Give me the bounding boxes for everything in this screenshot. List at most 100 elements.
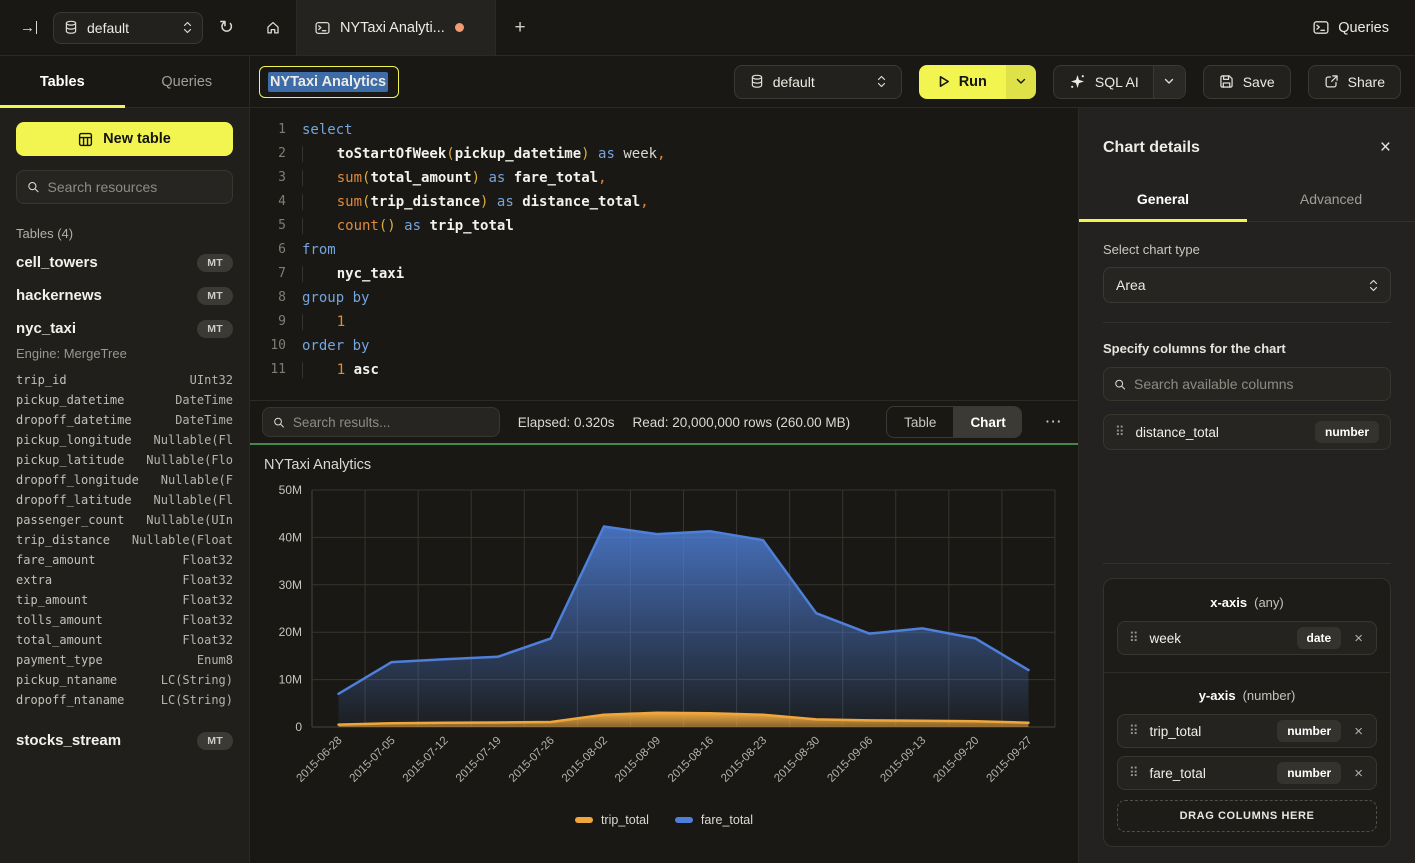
queries-button[interactable]: Queries	[1313, 20, 1389, 36]
home-button[interactable]	[250, 0, 296, 55]
legend-label: trip_total	[601, 813, 649, 827]
column-name: trip_id	[16, 373, 67, 387]
query-title-input[interactable]: NYTaxi Analytics	[259, 66, 399, 98]
chart-details-panel: Chart details × General Advanced Select …	[1078, 108, 1415, 863]
tab-advanced-label: Advanced	[1300, 191, 1362, 207]
column-search-input[interactable]	[1134, 376, 1380, 392]
column-name: trip_distance	[16, 533, 110, 547]
drag-handle-icon[interactable]: ⠿	[1129, 630, 1139, 646]
y-tick-label: 20M	[279, 625, 302, 639]
column-chip-distance_total[interactable]: ⠿distance_totalnumber	[1103, 414, 1391, 450]
tab-general-label: General	[1137, 191, 1189, 207]
resource-search[interactable]	[16, 170, 233, 204]
table-row-cell_towers[interactable]: cell_towersMT	[16, 246, 233, 279]
column-row-dropoff_latitude[interactable]: dropoff_latitudeNullable(Fl	[16, 490, 233, 510]
new-table-button[interactable]: New table	[16, 122, 233, 156]
tab-nytaxi-analytics[interactable]: NYTaxi Analyti...	[296, 0, 496, 55]
column-row-trip_id[interactable]: trip_idUInt32	[16, 370, 233, 390]
code-line[interactable]: 5 count() as trip_total	[250, 214, 1078, 238]
column-row-total_amount[interactable]: total_amountFloat32	[16, 630, 233, 650]
resource-search-input[interactable]	[48, 179, 222, 195]
column-row-pickup_latitude[interactable]: pickup_latitudeNullable(Flo	[16, 450, 233, 470]
column-name: dropoff_longitude	[16, 473, 139, 487]
drag-handle-icon[interactable]: ⠿	[1129, 723, 1139, 739]
column-chip-fare_total[interactable]: ⠿fare_totalnumber×	[1117, 756, 1377, 790]
drag-handle-icon[interactable]: ⠿	[1115, 424, 1125, 440]
more-options-icon[interactable]: ⋯	[1040, 417, 1066, 427]
column-type: Enum8	[197, 653, 233, 667]
column-row-dropoff_datetime[interactable]: dropoff_datetimeDateTime	[16, 410, 233, 430]
view-toggle-chart[interactable]: Chart	[953, 407, 1022, 437]
remove-column-icon[interactable]: ×	[1352, 765, 1365, 782]
table-row-nyc_taxi[interactable]: nyc_taxiMT	[16, 312, 233, 345]
run-database-selector[interactable]: default	[734, 65, 902, 99]
legend-item-trip_total[interactable]: trip_total	[575, 813, 649, 827]
results-search[interactable]	[262, 407, 500, 437]
x-tick-label: 2015-06-28	[295, 735, 345, 785]
column-search[interactable]	[1103, 367, 1391, 401]
code-line[interactable]: 11 1 asc	[250, 358, 1078, 382]
toolbar-row: Tables Queries NYTaxi Analytics default …	[0, 56, 1415, 108]
close-panel-icon[interactable]: ×	[1380, 138, 1391, 157]
remove-column-icon[interactable]: ×	[1352, 630, 1365, 647]
remove-column-icon[interactable]: ×	[1352, 723, 1365, 740]
column-row-pickup_datetime[interactable]: pickup_datetimeDateTime	[16, 390, 233, 410]
share-button[interactable]: Share	[1308, 65, 1401, 99]
tab-advanced[interactable]: Advanced	[1247, 177, 1415, 221]
sidebar-tab-tables[interactable]: Tables	[0, 56, 125, 107]
new-tab-button[interactable]: +	[496, 0, 544, 55]
column-row-passenger_count[interactable]: passenger_countNullable(UIn	[16, 510, 233, 530]
column-row-extra[interactable]: extraFloat32	[16, 570, 233, 590]
chart-type-select[interactable]: Area	[1103, 267, 1391, 303]
column-row-trip_distance[interactable]: trip_distanceNullable(Float	[16, 530, 233, 550]
table-row-hackernews[interactable]: hackernewsMT	[16, 279, 233, 312]
column-row-pickup_longitude[interactable]: pickup_longitudeNullable(Fl	[16, 430, 233, 450]
column-row-fare_amount[interactable]: fare_amountFloat32	[16, 550, 233, 570]
results-search-input[interactable]	[293, 415, 489, 430]
view-toggle-table[interactable]: Table	[887, 407, 953, 437]
column-chip-trip_total[interactable]: ⠿trip_totalnumber×	[1117, 714, 1377, 748]
code-line[interactable]: 1select	[250, 118, 1078, 142]
column-row-payment_type[interactable]: payment_typeEnum8	[16, 650, 233, 670]
chevron-updown-icon	[183, 21, 192, 34]
available-columns: ⠿distance_totalnumber	[1103, 414, 1391, 450]
x-tick-label: 2015-09-27	[985, 735, 1035, 785]
query-toolbar: NYTaxi Analytics default Run	[250, 56, 1415, 107]
code-line[interactable]: 4 sum(trip_distance) as distance_total,	[250, 190, 1078, 214]
column-name: tip_amount	[16, 593, 88, 607]
column-row-tolls_amount[interactable]: tolls_amountFloat32	[16, 610, 233, 630]
code-line[interactable]: 10order by	[250, 334, 1078, 358]
code-line[interactable]: 6from	[250, 238, 1078, 262]
column-chip-week[interactable]: ⠿weekdate×	[1117, 621, 1377, 655]
column-row-dropoff_ntaname[interactable]: dropoff_ntanameLC(String)	[16, 690, 233, 710]
code-line[interactable]: 2 toStartOfWeek(pickup_datetime) as week…	[250, 142, 1078, 166]
database-selector[interactable]: default	[53, 12, 203, 44]
legend-item-fare_total[interactable]: fare_total	[675, 813, 753, 827]
column-row-pickup_ntaname[interactable]: pickup_ntanameLC(String)	[16, 670, 233, 690]
legend-swatch	[575, 817, 593, 823]
code-line[interactable]: 8group by	[250, 286, 1078, 310]
sql-ai-options-button[interactable]	[1153, 66, 1185, 98]
table-row-stocks_stream[interactable]: stocks_streamMT	[16, 724, 233, 757]
run-button[interactable]: Run	[919, 65, 1006, 99]
code-line[interactable]: 7 nyc_taxi	[250, 262, 1078, 286]
tab-general[interactable]: General	[1079, 177, 1247, 221]
sidebar-tab-queries[interactable]: Queries	[125, 56, 250, 107]
code-line[interactable]: 9 1	[250, 310, 1078, 334]
chart-legend: trip_total fare_total	[250, 813, 1078, 827]
save-button[interactable]: Save	[1203, 65, 1291, 99]
area-chart[interactable]: 010M20M30M40M50M2015-06-282015-07-052015…	[250, 445, 1078, 863]
column-row-dropoff_longitude[interactable]: dropoff_longitudeNullable(F	[16, 470, 233, 490]
refresh-icon[interactable]: ↻	[219, 17, 234, 38]
sql-ai-button[interactable]: SQL AI	[1053, 65, 1186, 99]
share-button-label: Share	[1348, 74, 1385, 90]
area-series-fare_total	[339, 527, 1029, 728]
code-line[interactable]: 3 sum(total_amount) as fare_total,	[250, 166, 1078, 190]
column-row-tip_amount[interactable]: tip_amountFloat32	[16, 590, 233, 610]
drop-columns-zone[interactable]: DRAG COLUMNS HERE	[1117, 800, 1377, 832]
chip-type-badge: number	[1277, 720, 1341, 742]
run-options-button[interactable]	[1006, 65, 1036, 99]
drag-handle-icon[interactable]: ⠿	[1129, 765, 1139, 781]
collapse-sidebar-icon[interactable]: →	[20, 21, 37, 34]
sql-editor[interactable]: 1select2 toStartOfWeek(pickup_datetime) …	[250, 108, 1078, 400]
